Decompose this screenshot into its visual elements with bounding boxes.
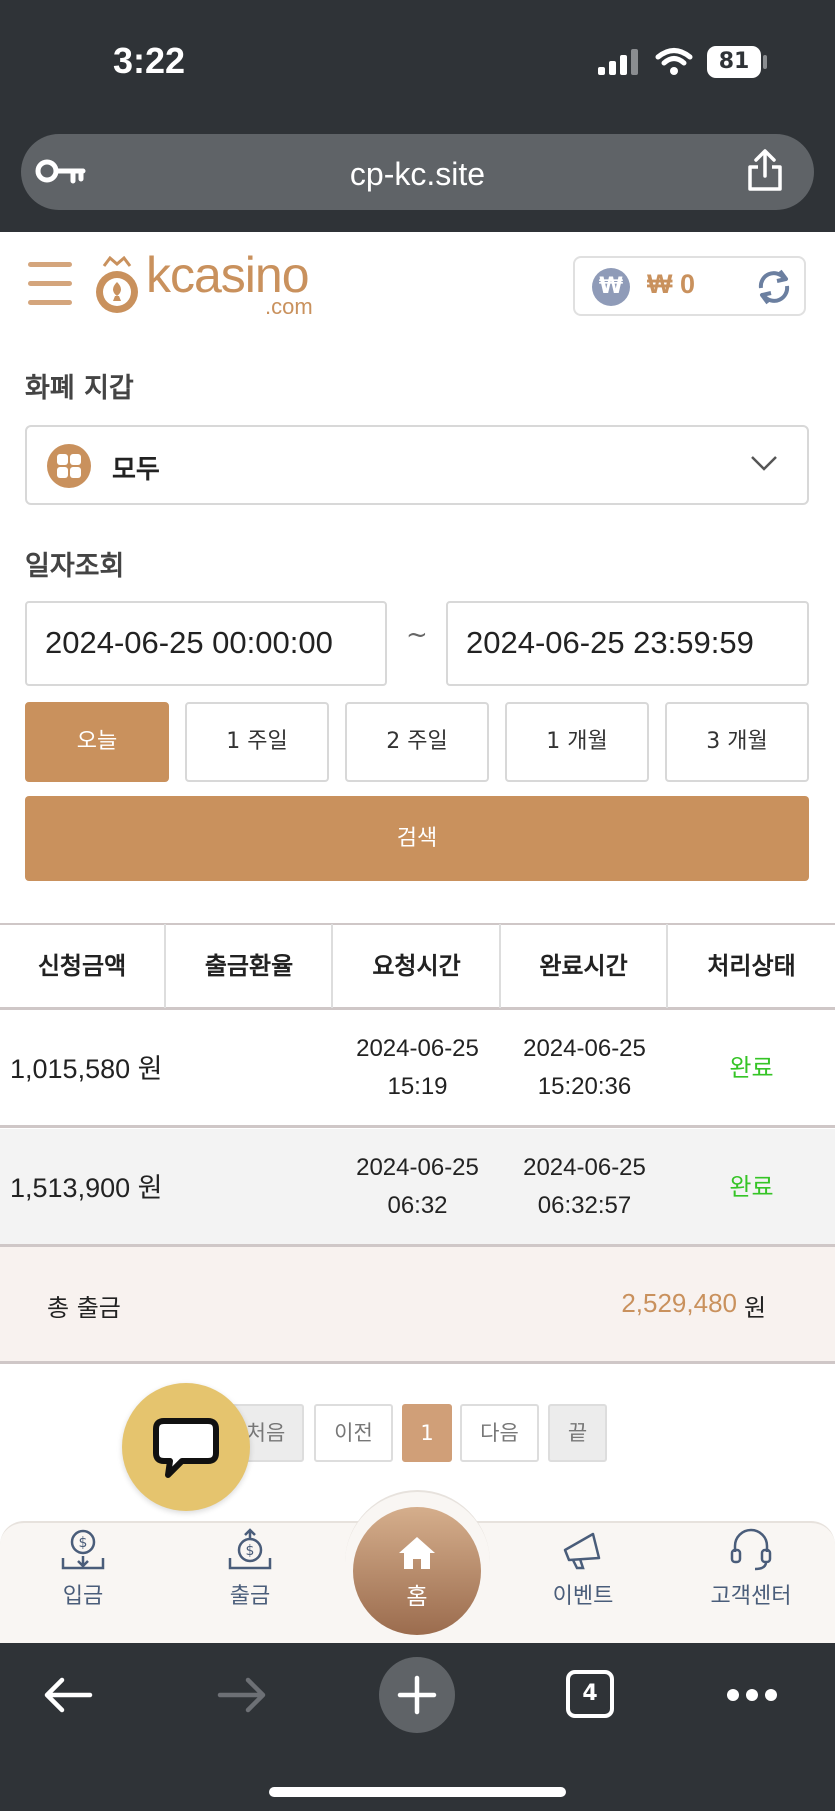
tab-support-label: 고객센터: [710, 1584, 792, 1609]
page-1-button[interactable]: 1: [402, 1404, 452, 1462]
tab-home-label: 홈: [406, 1584, 428, 1610]
forward-arrow-icon[interactable]: [216, 1675, 268, 1715]
url-text: cp-kc.site: [349, 156, 486, 192]
deposit-icon: $: [61, 1529, 105, 1570]
tab-deposit[interactable]: $ 입금: [8, 1528, 158, 1610]
page-last-button[interactable]: 끝: [548, 1404, 607, 1462]
date-label: 일자조회: [25, 551, 125, 582]
row-complete-date: 2024-06-25: [523, 1154, 646, 1181]
more-options-icon[interactable]: [726, 1687, 778, 1703]
battery-cap: [763, 55, 767, 69]
wifi-icon: [655, 48, 693, 75]
status-bar: 3:22 81: [0, 0, 835, 110]
range-1week-button[interactable]: 1 주일: [185, 702, 329, 782]
tab-withdraw-label: 출금: [229, 1584, 271, 1609]
back-arrow-icon[interactable]: [42, 1675, 94, 1715]
tab-support[interactable]: 고객센터: [676, 1528, 826, 1610]
chat-bubble-icon: [153, 1418, 219, 1478]
browser-url-bar: cp-kc.site: [0, 110, 835, 232]
row-complete-time: 15:20:36: [537, 1073, 632, 1100]
tab-withdraw[interactable]: $ 출금: [175, 1528, 325, 1610]
svg-text:$: $: [246, 1543, 255, 1559]
row-amount: 1,015,580 원: [10, 1054, 163, 1084]
home-indicator: [269, 1787, 566, 1797]
range-2week-button[interactable]: 2 주일: [345, 702, 489, 782]
row-complete-date: 2024-06-25: [523, 1035, 646, 1062]
megaphone-icon: [563, 1532, 601, 1570]
won-coin-icon: ₩: [592, 268, 630, 306]
total-label: 총 출금: [47, 1294, 121, 1322]
headset-icon: [730, 1528, 772, 1571]
balance-amount: ₩ 0: [647, 269, 696, 299]
home-icon: [399, 1537, 435, 1569]
refresh-icon[interactable]: [755, 268, 793, 306]
browser-toolbar: 4: [0, 1643, 835, 1811]
header-status: 처리상태: [707, 952, 796, 980]
row-complete-time: 06:32:57: [537, 1192, 632, 1219]
date-from-input[interactable]: 2024-06-25 00:00:00: [25, 601, 387, 686]
row-status: 완료: [729, 1174, 774, 1201]
total-unit: 원: [744, 1294, 767, 1322]
wallet-select-value: 모두: [112, 455, 160, 485]
chevron-down-icon: [751, 456, 777, 471]
header-request-time: 요청시간: [334, 924, 501, 1008]
menu-button[interactable]: [28, 262, 72, 319]
date-separator: ~: [406, 620, 428, 650]
withdraw-icon: $: [228, 1528, 272, 1570]
tab-event[interactable]: 이벤트: [508, 1528, 658, 1610]
tab-home[interactable]: 홈: [353, 1507, 481, 1635]
wallet-select[interactable]: 모두: [25, 425, 809, 505]
row-request-date: 2024-06-25: [356, 1035, 479, 1062]
range-today-button[interactable]: 오늘: [25, 702, 169, 782]
range-3month-button[interactable]: 3 개월: [665, 702, 809, 782]
logo-subtext: .com: [265, 294, 313, 319]
table-row: 1,015,580 원 2024-06-25 15:19 2024-06-25 …: [0, 1010, 835, 1128]
header-complete-time: 완료시간: [501, 924, 668, 1008]
svg-text:$: $: [79, 1535, 88, 1551]
row-request-date: 2024-06-25: [356, 1154, 479, 1181]
wallet-label: 화폐 지갑: [25, 373, 134, 404]
plus-icon: [397, 1675, 437, 1715]
range-1month-button[interactable]: 1 개월: [505, 702, 649, 782]
cellular-signal-icon: [598, 49, 638, 75]
battery-indicator: 81: [707, 46, 761, 78]
all-wallets-icon: [47, 444, 91, 488]
app-header: kcasino .com ₩ ₩ 0: [0, 232, 835, 332]
share-icon[interactable]: [745, 148, 785, 192]
header-rate: 출금환율: [167, 924, 333, 1008]
tab-deposit-label: 입금: [62, 1584, 104, 1609]
status-time: 3:22: [113, 40, 186, 81]
page-next-button[interactable]: 다음: [460, 1404, 539, 1462]
kcasino-chip-logo-icon[interactable]: [92, 256, 142, 316]
row-amount: 1,513,900 원: [10, 1173, 163, 1203]
total-row: 총 출금 2,529,480 원: [0, 1247, 835, 1364]
row-request-time: 15:19: [387, 1073, 448, 1100]
header-amount: 신청금액: [0, 924, 166, 1008]
date-to-input[interactable]: 2024-06-25 23:59:59: [446, 601, 809, 686]
live-chat-button[interactable]: [122, 1383, 250, 1511]
url-field[interactable]: cp-kc.site: [21, 134, 814, 210]
search-button[interactable]: 검색: [25, 796, 809, 881]
total-value: 2,529,480: [621, 1288, 737, 1318]
tab-event-label: 이벤트: [552, 1584, 614, 1609]
new-tab-button[interactable]: [379, 1657, 455, 1733]
row-request-time: 06:32: [387, 1192, 448, 1219]
tabs-count-button[interactable]: 4: [566, 1670, 614, 1718]
table-row: 1,513,900 원 2024-06-25 06:32 2024-06-25 …: [0, 1129, 835, 1247]
row-status: 완료: [729, 1055, 774, 1082]
page-prev-button[interactable]: 이전: [314, 1404, 393, 1462]
balance-box: ₩ ₩ 0: [573, 256, 806, 316]
